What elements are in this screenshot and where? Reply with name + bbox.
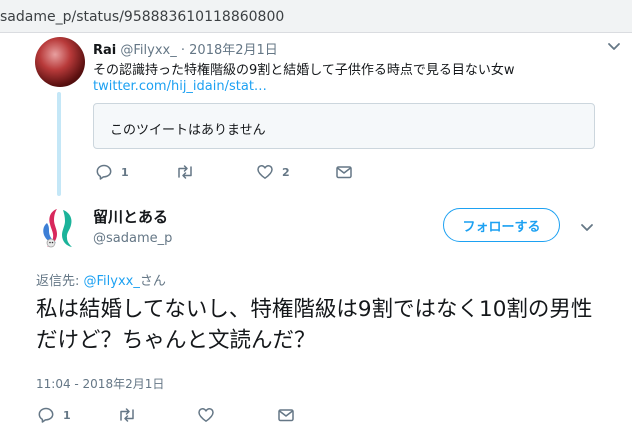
avatar[interactable] — [35, 203, 85, 253]
tweet-header: Rai @Filyxx_ · 2018年2月1日 — [93, 39, 278, 58]
reply-count: 1 — [121, 165, 129, 179]
follow-button[interactable]: フォローする — [443, 208, 560, 242]
retweet-icon — [178, 165, 192, 179]
reply-button[interactable]: 1 — [37, 406, 71, 424]
reply-mention-link[interactable]: @Filyxx_ — [84, 274, 140, 289]
like-count: 2 — [282, 165, 290, 179]
reply-to-prefix: 返信先: — [36, 274, 84, 289]
heart-icon — [198, 408, 214, 422]
like-button[interactable] — [197, 406, 223, 424]
thread-connector-line — [57, 92, 61, 196]
retweet-icon — [120, 408, 134, 422]
like-button[interactable]: 2 — [256, 163, 290, 181]
reply-button[interactable]: 1 — [95, 163, 129, 181]
address-bar[interactable]: sadame_p/status/958883610118860800 — [0, 0, 632, 33]
chevron-down-icon[interactable] — [606, 38, 622, 54]
user-name[interactable]: 留川とある — [93, 206, 168, 227]
reply-count: 1 — [63, 408, 71, 422]
retweet-button[interactable] — [175, 163, 203, 181]
unavailable-quote-box[interactable]: このツイートはありません — [93, 103, 595, 149]
envelope-icon — [336, 166, 352, 179]
tweet-link[interactable]: twitter.com/hij_idain/stat… — [93, 79, 267, 94]
tweet-text: その認識持った特権階級の9割と結婚して子供作る時点で見る目ない女w — [93, 63, 515, 78]
tweet-timestamp[interactable]: 11:04 - 2018年2月1日 — [36, 375, 164, 392]
user-name[interactable]: Rai — [93, 43, 116, 58]
direct-message-button[interactable] — [335, 163, 353, 181]
tweet-text: 私は結婚してないし、特権階級は9割ではなく10割の男性だけど？ちゃんと文読んだ？ — [36, 297, 593, 353]
avatar[interactable] — [35, 37, 85, 87]
envelope-icon — [278, 409, 294, 422]
reply-to-suffix: さん — [139, 274, 166, 289]
direct-message-button[interactable] — [277, 406, 295, 424]
retweet-button[interactable] — [117, 406, 145, 424]
url-text[interactable]: sadame_p/status/958883610118860800 — [0, 9, 284, 25]
chevron-down-icon[interactable] — [579, 219, 595, 235]
heart-icon — [257, 165, 273, 179]
user-handle[interactable]: @sadame_p — [93, 231, 172, 246]
reply-icon — [38, 407, 54, 423]
unavailable-quote-text: このツイートはありません — [110, 123, 266, 138]
separator-dot: · — [180, 43, 186, 58]
reply-icon — [96, 164, 112, 180]
tweet-time[interactable]: 2018年2月1日 — [189, 43, 278, 58]
reply-to-line: 返信先: @Filyxx_さん — [36, 270, 166, 289]
user-handle[interactable]: @Filyxx_ — [120, 43, 176, 58]
